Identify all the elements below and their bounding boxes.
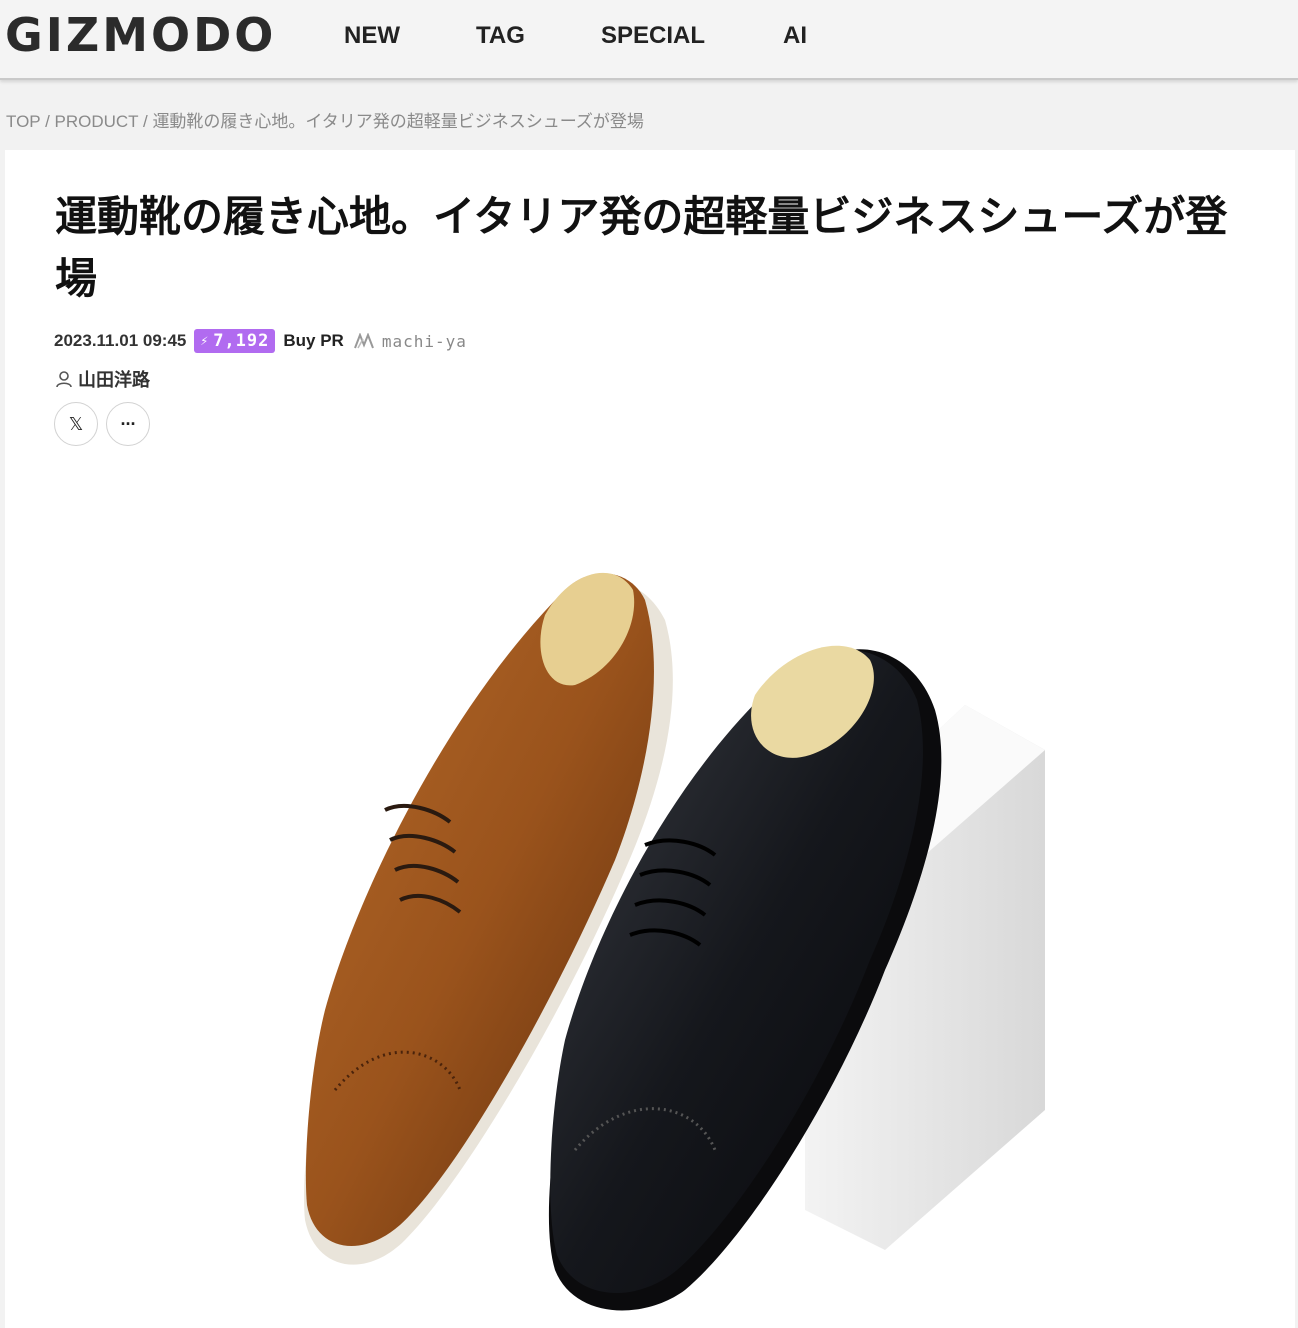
bolt-icon: ⚡ xyxy=(200,333,210,349)
breadcrumb-separator: / xyxy=(40,112,55,131)
share-x-button[interactable]: 𝕏 xyxy=(54,402,98,446)
person-icon xyxy=(56,371,72,388)
site-logo[interactable]: GIZMODO xyxy=(5,12,276,58)
nav-tag[interactable]: TAG xyxy=(476,20,525,52)
nav-special[interactable]: SPECIAL xyxy=(601,20,705,52)
buy-pr-tag[interactable]: Buy PR xyxy=(283,331,343,351)
nav-ai[interactable]: AI xyxy=(783,20,807,52)
sponsor-logo[interactable]: machi-ya xyxy=(353,331,467,351)
author[interactable]: 山田洋路 xyxy=(54,366,150,392)
breadcrumb-current: 運動靴の履き心地。イタリア発の超軽量ビジネスシューズが登場 xyxy=(152,112,644,131)
more-icon: ··· xyxy=(120,413,137,434)
x-icon: 𝕏 xyxy=(68,413,84,434)
view-count: 7,192 xyxy=(213,331,270,351)
author-name: 山田洋路 xyxy=(78,370,150,390)
breadcrumb: TOP / PRODUCT / 運動靴の履き心地。イタリア発の超軽量ビジネスシュ… xyxy=(6,107,644,132)
breadcrumb-top[interactable]: TOP xyxy=(6,112,40,131)
article-meta: 2023.11.01 09:45 ⚡ 7,192 Buy PR machi-ya xyxy=(54,326,467,356)
share-buttons: 𝕏 ··· xyxy=(54,402,150,446)
publish-date: 2023.11.01 09:45 xyxy=(54,331,187,350)
article-card: 運動靴の履き心地。イタリア発の超軽量ビジネスシューズが登場 2023.11.01… xyxy=(5,150,1295,1328)
nav-new[interactable]: NEW xyxy=(344,20,400,52)
hero-image-shoes xyxy=(304,572,1045,1311)
sponsor-name: machi-ya xyxy=(381,331,467,351)
machiya-mark-icon xyxy=(353,333,374,349)
article-title: 運動靴の履き心地。イタリア発の超軽量ビジネスシューズが登場 xyxy=(55,192,1228,303)
breadcrumb-product[interactable]: PRODUCT xyxy=(55,112,139,131)
more-share-button[interactable]: ··· xyxy=(106,402,150,446)
breadcrumb-separator: / xyxy=(138,112,153,131)
site-header: GIZMODO NEW TAG SPECIAL AI xyxy=(0,0,1298,80)
view-count-badge: ⚡ 7,192 xyxy=(194,329,276,353)
